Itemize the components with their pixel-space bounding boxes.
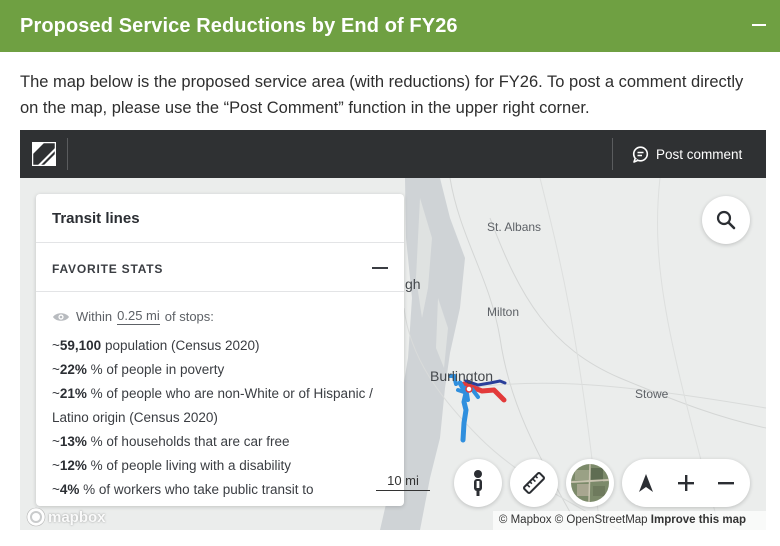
map-attribution: © Mapbox © OpenStreetMap Improve this ma… [492, 511, 766, 530]
within-prefix: Within [76, 309, 113, 324]
stat-item: ~22% % of people in poverty [52, 362, 225, 377]
place-label: Burlington [430, 368, 494, 384]
collapse-stats-button[interactable] [372, 267, 388, 269]
divider [36, 242, 404, 243]
place-label: Milton [487, 305, 520, 319]
minus-icon [718, 482, 734, 485]
map-canvas[interactable]: St. Albans Milton Burlington Stowe gh Tr… [20, 178, 766, 530]
improve-map-link[interactable]: Improve this map [651, 514, 746, 526]
stat-value: 13% [59, 434, 87, 449]
toolbar-divider [67, 138, 68, 170]
stat-item: ~21% % of people who are non-White or of… [52, 386, 373, 425]
buffer-distance-row: Within 0.25 mi of stops: [52, 308, 214, 325]
stat-text: % of people who are non-White or of Hisp… [52, 386, 373, 425]
stat-value: 59,100 [59, 338, 102, 353]
map-nav-controls [622, 459, 750, 507]
toolbar-divider [612, 138, 613, 170]
panel-title: Transit lines [52, 210, 140, 227]
mapbox-logo-icon [26, 507, 46, 527]
within-suffix: of stops: [164, 309, 214, 324]
remix-logo-icon[interactable] [32, 142, 56, 166]
mapbox-attribution-link[interactable]: © Mapbox [499, 514, 552, 526]
comment-bubble-icon [632, 145, 649, 163]
zoom-out-button[interactable] [706, 459, 746, 507]
stat-text: % of households that are car free [86, 434, 290, 449]
stat-value: 4% [59, 482, 80, 497]
stat-item: ~59,100 population (Census 2020) [52, 338, 260, 353]
section-title: Proposed Service Reductions by End of FY… [20, 14, 458, 37]
scale-bar: 10 mi [376, 473, 430, 491]
mapbox-wordmark: mapbox [48, 508, 106, 526]
buffer-distance-select[interactable]: 0.25 mi [117, 308, 160, 325]
collapse-section-button[interactable] [752, 24, 766, 26]
ruler-icon [523, 472, 545, 494]
osm-attribution-link[interactable]: © OpenStreetMap [555, 514, 648, 526]
stat-text: % of people living with a disability [86, 458, 292, 473]
stats-list: ~59,100 population (Census 2020) ~22% % … [52, 334, 392, 502]
map-toolbar: Post comment [20, 130, 766, 178]
street-view-button[interactable] [454, 459, 502, 507]
stat-text: population (Census 2020) [101, 338, 260, 353]
search-icon [716, 210, 736, 230]
favorite-stats-label[interactable]: FAVORITE STATS [52, 262, 163, 276]
satellite-thumbnail-icon [571, 464, 609, 502]
reset-north-button[interactable] [626, 459, 666, 507]
stat-item: ~13% % of households that are car free [52, 434, 290, 449]
stat-value: 12% [59, 458, 87, 473]
section-header[interactable]: Proposed Service Reductions by End of FY… [0, 0, 780, 52]
map-embed: Post comment St. Albans Milton Burlingto… [20, 130, 766, 530]
pegman-icon [474, 470, 482, 496]
place-label: gh [405, 276, 421, 292]
place-label: St. Albans [487, 220, 542, 234]
stat-text: % of people in poverty [86, 362, 225, 377]
eye-icon[interactable] [52, 311, 70, 323]
zoom-in-button[interactable] [666, 459, 706, 507]
place-label: Stowe [635, 387, 669, 401]
plus-icon [678, 475, 694, 491]
stat-value: 22% [59, 362, 87, 377]
stat-item: ~4% % of workers who take public transit… [52, 482, 314, 497]
stat-value: 21% [59, 386, 87, 401]
transit-lines-panel: Transit lines FAVORITE STATS Within 0.25… [36, 194, 404, 506]
satellite-toggle-button[interactable] [566, 459, 614, 507]
compass-arrow-icon [639, 474, 653, 492]
mapbox-logo[interactable]: mapbox [26, 507, 106, 527]
post-comment-button[interactable]: Post comment [632, 144, 742, 164]
divider [36, 291, 404, 292]
map-search-button[interactable] [702, 196, 750, 244]
stat-text: % of workers who take public transit to [79, 482, 314, 497]
measure-button[interactable] [510, 459, 558, 507]
intro-text: The map below is the proposed service ar… [20, 73, 744, 117]
post-comment-label: Post comment [656, 146, 743, 162]
stat-item: ~12% % of people living with a disabilit… [52, 458, 292, 473]
